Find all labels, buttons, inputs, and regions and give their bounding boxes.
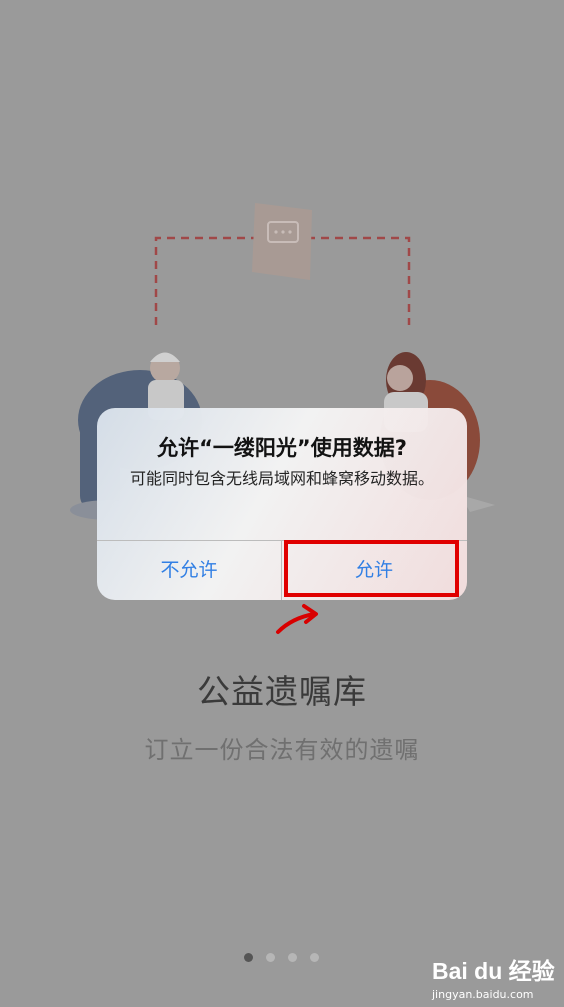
pagination-dots (244, 953, 319, 962)
page-dot-2[interactable] (266, 953, 275, 962)
deny-button[interactable]: 不允许 (97, 541, 281, 600)
dialog-message: 可能同时包含无线局域网和蜂窝移动数据。 (129, 469, 434, 488)
page-subtitle: 订立一份合法有效的遗嘱 (144, 736, 420, 764)
dialog-title: 允许“一缕阳光”使用数据? (157, 436, 407, 460)
page-title: 公益遗嘱库 (197, 672, 367, 711)
page-dot-1[interactable] (244, 953, 253, 962)
highlight-annotation-box (284, 540, 459, 597)
watermark-logo: Bai du 经验 (432, 958, 555, 984)
annotation-arrow-icon (276, 604, 318, 634)
watermark-url: jingyan.baidu.com (432, 988, 534, 1001)
chat-bubble-icon (252, 203, 312, 280)
page-dot-4[interactable] (310, 953, 319, 962)
baidu-jingyan-watermark: Bai du 经验 jingyan.baidu.com (432, 952, 560, 1001)
page-dot-3[interactable] (288, 953, 297, 962)
